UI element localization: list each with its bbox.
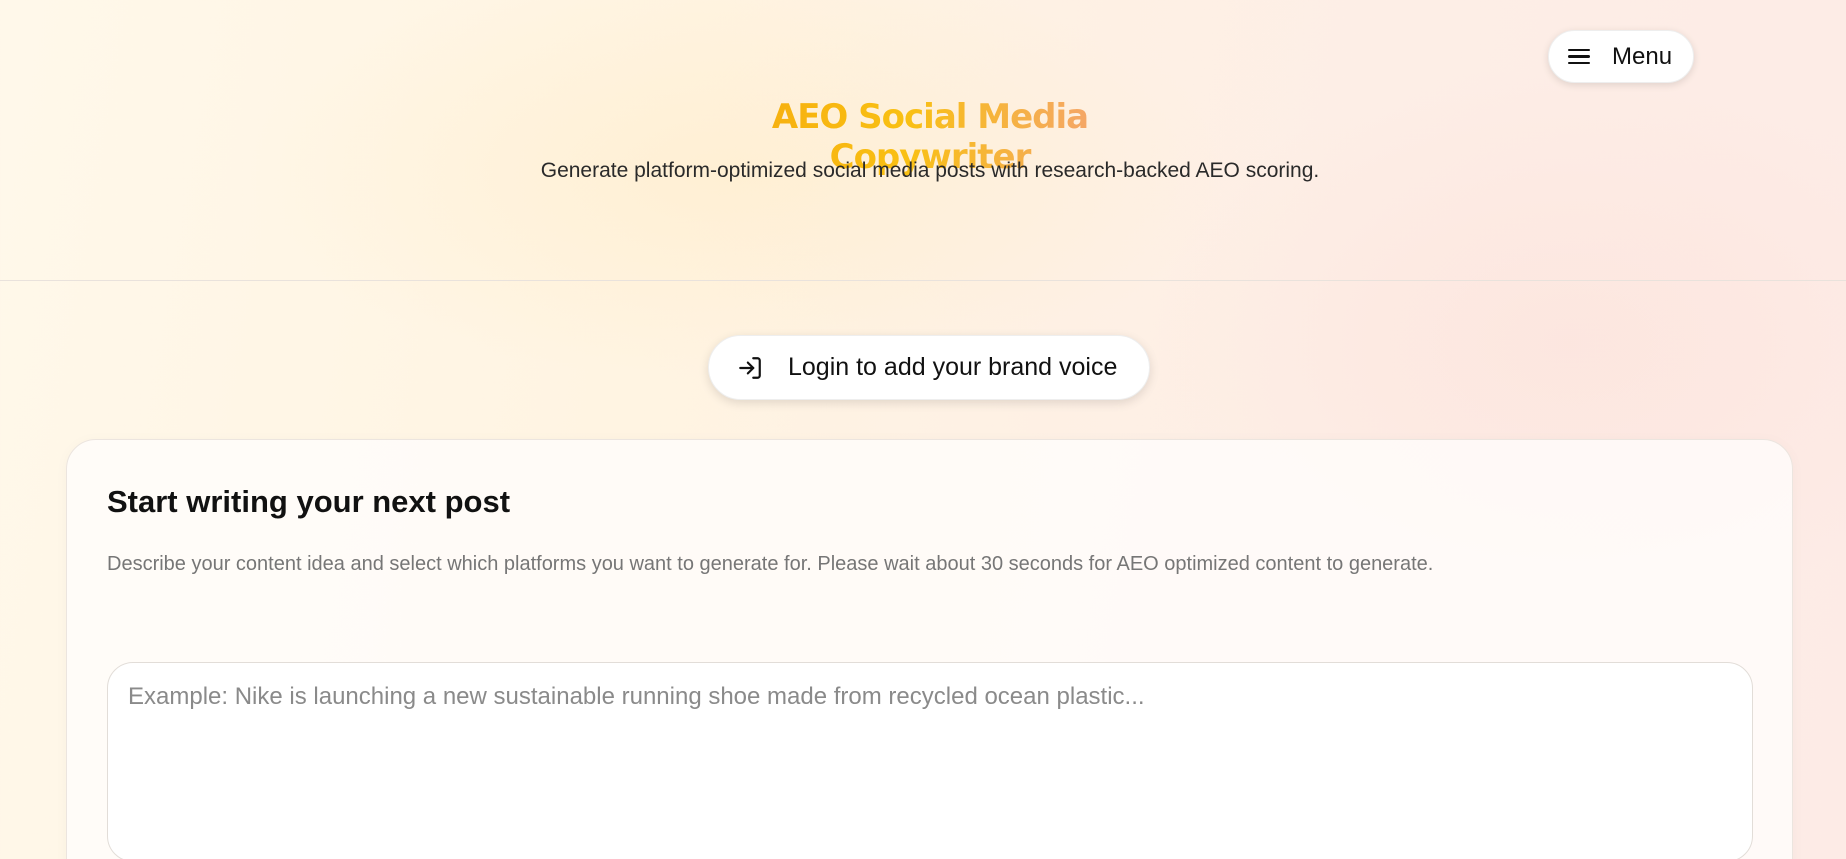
menu-button[interactable]: Menu <box>1548 30 1694 83</box>
login-brand-voice-button[interactable]: Login to add your brand voice <box>708 335 1150 400</box>
page-title-wrapper: AEO Social Media Copywriter <box>692 97 1168 177</box>
login-arrow-icon <box>737 355 763 381</box>
login-button-label: Login to add your brand voice <box>788 353 1118 381</box>
hamburger-menu-icon <box>1568 48 1590 65</box>
composer-card: Start writing your next post Describe yo… <box>66 439 1793 859</box>
page-header: Menu AEO Social Media Copywriter Generat… <box>0 0 1846 281</box>
composer-heading: Start writing your next post <box>107 484 511 519</box>
content-idea-input[interactable] <box>107 662 1753 859</box>
composer-description: Describe your content idea and select wh… <box>107 553 1434 575</box>
menu-button-label: Menu <box>1612 42 1673 70</box>
page-subtitle: Generate platform-optimized social media… <box>540 159 1320 182</box>
